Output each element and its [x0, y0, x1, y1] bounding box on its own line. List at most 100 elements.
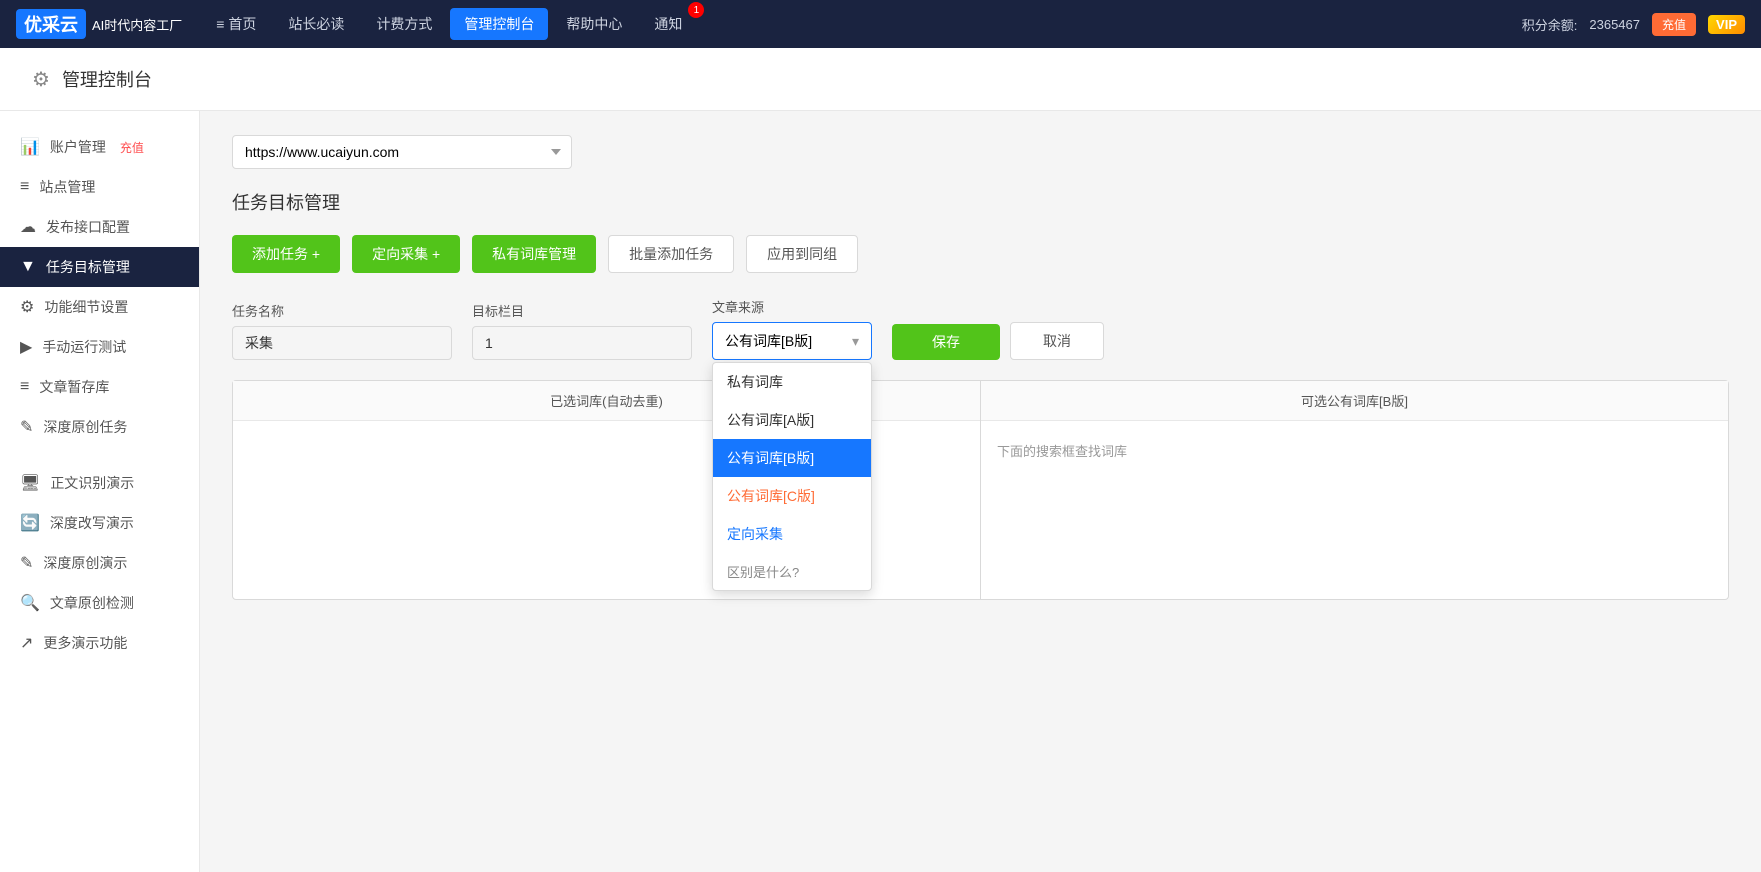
target-col-input[interactable] — [472, 326, 692, 360]
sidebar-item-account[interactable]: 📊 账户管理 充值 — [0, 127, 199, 167]
source-label: 文章来源 — [712, 297, 872, 316]
cancel-button[interactable]: 取消 — [1010, 322, 1104, 360]
nav-right: 积分余额: 2365467 充值 VIP — [1522, 13, 1745, 36]
sidebar-label-check: 文章原创检测 — [50, 593, 134, 613]
dropdown-item-c[interactable]: 公有词库[C版] — [713, 477, 871, 515]
list-icon: ≡ — [20, 178, 29, 196]
score-value: 2365467 — [1589, 17, 1640, 32]
wordlist-right-hint: 下面的搜索框查找词库 — [997, 433, 1712, 468]
sidebar-item-publish[interactable]: ☁ 发布接口配置 — [0, 207, 199, 247]
nav-must-read[interactable]: 站长必读 — [274, 8, 358, 40]
refresh-icon: 🔄 — [20, 513, 40, 533]
sidebar-item-ocr[interactable]: 🖥 正文识别演示 — [0, 463, 199, 503]
logo-subtitle: AI时代内容工厂 — [92, 15, 182, 34]
sidebar-label-manual: 手动运行测试 — [42, 337, 126, 357]
arrow-icon: ↗ — [20, 633, 33, 653]
notification-badge: 1 — [688, 2, 704, 18]
task-name-label: 任务名称 — [232, 301, 452, 320]
target-col-label: 目标栏目 — [472, 301, 692, 320]
search-icon: 🔍 — [20, 593, 40, 613]
nav-notification[interactable]: 通知 1 — [640, 8, 696, 40]
sidebar-item-origdemo[interactable]: ✎ 深度原创演示 — [0, 543, 199, 583]
task-name-input[interactable] — [232, 326, 452, 360]
add-task-button[interactable]: 添加任务 + — [232, 235, 340, 273]
sidebar-item-settings[interactable]: ⚙ 功能细节设置 — [0, 287, 199, 327]
sidebar-label-task: 任务目标管理 — [46, 257, 130, 277]
sidebar-label-origdemo: 深度原创演示 — [43, 553, 127, 573]
pencil-icon: ✎ — [20, 553, 33, 573]
sidebar-label-deeporig: 深度原创任务 — [43, 417, 127, 437]
edit-icon: ✎ — [20, 417, 33, 437]
sidebar-item-site[interactable]: ≡ 站点管理 — [0, 167, 199, 207]
chart-icon: 📊 — [20, 137, 40, 157]
toolbar: 添加任务 + 定向采集 + 私有词库管理 批量添加任务 应用到同组 — [232, 235, 1729, 273]
sidebar-divider — [0, 447, 199, 463]
task-name-group: 任务名称 — [232, 301, 452, 360]
main-layout: 📊 账户管理 充值 ≡ 站点管理 ☁ 发布接口配置 ▼ 任务目标管理 ⚙ 功能细… — [0, 111, 1761, 872]
source-dropdown-wrap: 公有词库[B版] ▾ 私有词库 公有词库[A版] 公有词库[B版] 公有词库[C… — [712, 322, 872, 360]
sidebar-item-deeporig[interactable]: ✎ 深度原创任务 — [0, 407, 199, 447]
dropdown-item-directed[interactable]: 定向采集 — [713, 515, 871, 553]
nav-console[interactable]: 管理控制台 — [450, 8, 548, 40]
sidebar-item-more[interactable]: ↗ 更多演示功能 — [0, 623, 199, 663]
sidebar-label-more: 更多演示功能 — [43, 633, 127, 653]
sidebar-item-task[interactable]: ▼ 任务目标管理 — [0, 247, 199, 287]
sidebar-item-rewrite[interactable]: 🔄 深度改写演示 — [0, 503, 199, 543]
sidebar-label-settings: 功能细节设置 — [44, 297, 128, 317]
page-wrapper: ⚙ 管理控制台 📊 账户管理 充值 ≡ 站点管理 ☁ 发布接口配置 ▼ 任务目标… — [0, 48, 1761, 872]
logo-box: 优采云 — [16, 9, 86, 39]
source-dropdown-arrow: ▾ — [852, 333, 859, 350]
save-button[interactable]: 保存 — [892, 324, 1000, 360]
dropdown-item-private[interactable]: 私有词库 — [713, 363, 871, 401]
source-dropdown-menu: 私有词库 公有词库[A版] 公有词库[B版] 公有词库[C版] 定向采集 区别是… — [712, 362, 872, 591]
dropdown-item-diff[interactable]: 区别是什么? — [713, 553, 871, 590]
monitor-icon: 🖥 — [20, 473, 40, 493]
sidebar-item-draft[interactable]: ≡ 文章暂存库 — [0, 367, 199, 407]
section-title: 任务目标管理 — [232, 189, 1729, 215]
vip-badge: VIP — [1708, 15, 1745, 34]
dropdown-item-b[interactable]: 公有词库[B版] — [713, 439, 871, 477]
score-label: 积分余额: — [1522, 15, 1578, 34]
play-icon: ▶ — [20, 337, 32, 357]
sidebar-label-account: 账户管理 — [50, 137, 106, 157]
sidebar-recharge-link[interactable]: 充值 — [120, 139, 144, 156]
sidebar-label-site: 站点管理 — [39, 177, 95, 197]
source-group: 文章来源 公有词库[B版] ▾ 私有词库 公有词库[A版] 公有词库[B版] 公… — [712, 297, 872, 360]
site-select-wrap: https://www.ucaiyun.com — [232, 135, 1729, 169]
sidebar-item-manual[interactable]: ▶ 手动运行测试 — [0, 327, 199, 367]
sidebar-label-rewrite: 深度改写演示 — [50, 513, 134, 533]
logo-area: 优采云 AI时代内容工厂 — [16, 9, 182, 39]
top-recharge-button[interactable]: 充值 — [1652, 13, 1696, 36]
page-header-icon: ⚙ — [32, 67, 50, 92]
sidebar: 📊 账户管理 充值 ≡ 站点管理 ☁ 发布接口配置 ▼ 任务目标管理 ⚙ 功能细… — [0, 111, 200, 872]
sidebar-item-check[interactable]: 🔍 文章原创检测 — [0, 583, 199, 623]
gear-icon: ⚙ — [20, 297, 34, 317]
sidebar-label-publish: 发布接口配置 — [46, 217, 130, 237]
cloud-icon: ☁ — [20, 217, 36, 237]
top-nav: 优采云 AI时代内容工厂 ≡ 首页 站长必读 计费方式 管理控制台 帮助中心 通… — [0, 0, 1761, 48]
filter-icon: ▼ — [20, 258, 36, 276]
form-row: 任务名称 目标栏目 文章来源 公有词库[B版] ▾ — [232, 297, 1729, 360]
main-content: https://www.ucaiyun.com 任务目标管理 添加任务 + 定向… — [200, 111, 1761, 872]
sidebar-label-ocr: 正文识别演示 — [50, 473, 134, 493]
nav-home[interactable]: ≡ 首页 — [202, 8, 270, 40]
target-col-group: 目标栏目 — [472, 301, 692, 360]
nav-pricing[interactable]: 计费方式 — [362, 8, 446, 40]
draft-icon: ≡ — [20, 378, 29, 396]
apply-group-button[interactable]: 应用到同组 — [746, 235, 858, 273]
wordlist-panel: 已选词库(自动去重) 可选公有词库[B版] 下面的搜索框查找词库 — [232, 380, 1729, 600]
batch-add-button[interactable]: 批量添加任务 — [608, 235, 734, 273]
wordlist-right: 可选公有词库[B版] 下面的搜索框查找词库 — [981, 381, 1728, 599]
wordlist-right-header: 可选公有词库[B版] — [981, 381, 1728, 421]
wordlist-right-body: 下面的搜索框查找词库 — [981, 421, 1728, 581]
source-selected-label: 公有词库[B版] — [725, 331, 812, 351]
source-select-trigger[interactable]: 公有词库[B版] ▾ — [712, 322, 872, 360]
nav-help[interactable]: 帮助中心 — [552, 8, 636, 40]
site-select[interactable]: https://www.ucaiyun.com — [232, 135, 572, 169]
dropdown-item-a[interactable]: 公有词库[A版] — [713, 401, 871, 439]
directed-collect-button[interactable]: 定向采集 + — [352, 235, 460, 273]
private-lib-button[interactable]: 私有词库管理 — [472, 235, 596, 273]
sidebar-label-draft: 文章暂存库 — [39, 377, 109, 397]
page-title: 管理控制台 — [62, 66, 152, 92]
action-buttons: 保存 取消 — [892, 322, 1104, 360]
